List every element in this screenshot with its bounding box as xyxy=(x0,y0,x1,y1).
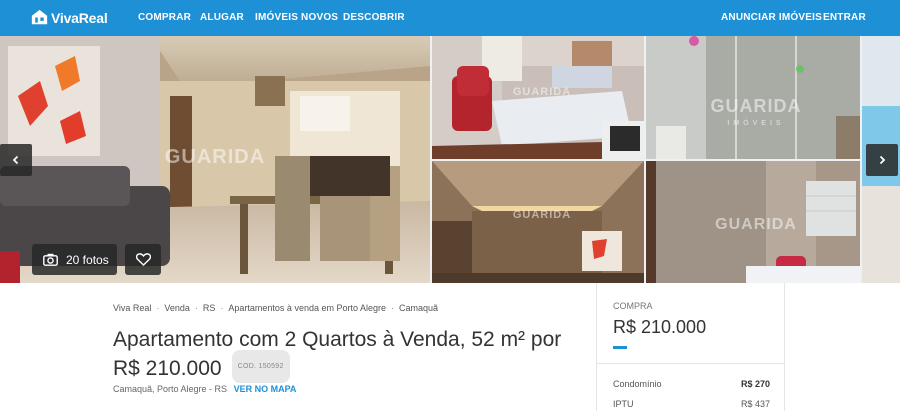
photo-bedroom-2[interactable]: GUARIDA xyxy=(646,161,860,283)
listing-address: Camaquã, Porto Alegre - RS xyxy=(113,384,228,394)
breadcrumb-apartamentos-porto-alegre[interactable]: Apartamentos à venda em Porto Alegre xyxy=(228,303,386,313)
breadcrumb-separator: · xyxy=(391,303,394,313)
nav-descobrir[interactable]: DESCOBRIR xyxy=(343,12,405,23)
camera-icon xyxy=(43,253,58,266)
watermark-guarida: GUARIDA xyxy=(512,209,572,221)
price-divider xyxy=(597,363,785,364)
watermark-guarida: GUARIDA xyxy=(164,146,266,168)
gallery-next-button[interactable] xyxy=(866,144,898,176)
breadcrumb-separator: · xyxy=(156,303,160,313)
nav-entrar[interactable]: ENTRAR xyxy=(823,12,866,23)
watermark-guarida: GUARIDA xyxy=(710,96,802,116)
fee-value: R$ 437 xyxy=(740,399,770,409)
chevron-left-icon xyxy=(12,155,19,165)
ceiling-image xyxy=(432,161,644,283)
photos-count-label: 20 fotos xyxy=(66,252,109,267)
breadcrumb-separator: · xyxy=(194,303,198,313)
nav-alugar[interactable]: ALUGAR xyxy=(200,12,244,23)
price-accent-bar xyxy=(613,346,627,349)
nav-anunciar-imoveis[interactable]: ANUNCIAR IMÓVEIS xyxy=(721,12,822,23)
photo-bedroom[interactable]: GUARIDA xyxy=(432,36,644,159)
watermark-imoveis: IMÓVEIS xyxy=(727,120,785,127)
view-photos-button[interactable]: 20 fotos xyxy=(32,244,117,275)
fee-value: R$ 270 xyxy=(740,379,770,389)
fee-row-condominio: Condomínio R$ 270 xyxy=(613,379,770,389)
photo-gallery: GUARIDA GUARIDA GUARIDA IMÓVEIS GUARIDA … xyxy=(0,36,900,283)
watermark-guarida: GUARIDA xyxy=(512,86,572,98)
gallery-prev-button[interactable] xyxy=(0,144,32,176)
favorite-button[interactable] xyxy=(125,244,161,275)
nav-comprar[interactable]: COMPRAR xyxy=(138,12,191,23)
price-value: R$ 210.000 xyxy=(613,317,707,337)
price-panel: COMPRA R$ 210.000 Condomínio R$ 270 IPTU… xyxy=(596,283,785,411)
fee-label: IPTU xyxy=(613,399,634,409)
fee-label: Condomínio xyxy=(613,379,662,389)
breadcrumb-camaqua[interactable]: Camaquã xyxy=(399,303,438,313)
price-type-label: COMPRA xyxy=(613,301,653,311)
logo-text: VivaReal xyxy=(51,9,108,26)
watermark-guarida: GUARIDA xyxy=(715,216,797,233)
breadcrumb-venda[interactable]: Venda xyxy=(164,303,190,313)
breadcrumb-separator: · xyxy=(220,303,224,313)
breadcrumb-viva-real[interactable]: Viva Real xyxy=(113,303,151,313)
vivareal-logo[interactable]: VivaReal xyxy=(31,9,108,26)
view-on-map-link[interactable]: VER NO MAPA xyxy=(234,384,297,394)
photo-ceiling[interactable]: GUARIDA xyxy=(432,161,644,283)
listing-title: Apartamento com 2 Quartos à Venda, 52 m²… xyxy=(113,326,593,386)
top-navbar: VivaReal COMPRAR ALUGAR IMÓVEIS NOVOS DE… xyxy=(0,0,900,36)
listing-address-row: Camaquã, Porto Alegre - RS VER NO MAPA xyxy=(113,384,296,394)
nav-imoveis-novos[interactable]: IMÓVEIS NOVOS xyxy=(255,12,338,23)
breadcrumb: Viva Real · Venda · RS · Apartamentos à venda … xyxy=(113,303,438,313)
listing-code-badge: COD. 150592 xyxy=(231,350,290,383)
listing-title-text: Apartamento com 2 Quartos à Venda, 52 m²… xyxy=(113,328,562,381)
breadcrumb-rs[interactable]: RS xyxy=(203,303,216,313)
heart-icon xyxy=(135,253,151,266)
photo-bathroom[interactable]: GUARIDA IMÓVEIS xyxy=(646,36,860,159)
fee-row-iptu: IPTU R$ 437 xyxy=(613,399,770,409)
house-logo-icon xyxy=(31,9,48,25)
chevron-right-icon xyxy=(879,155,886,165)
